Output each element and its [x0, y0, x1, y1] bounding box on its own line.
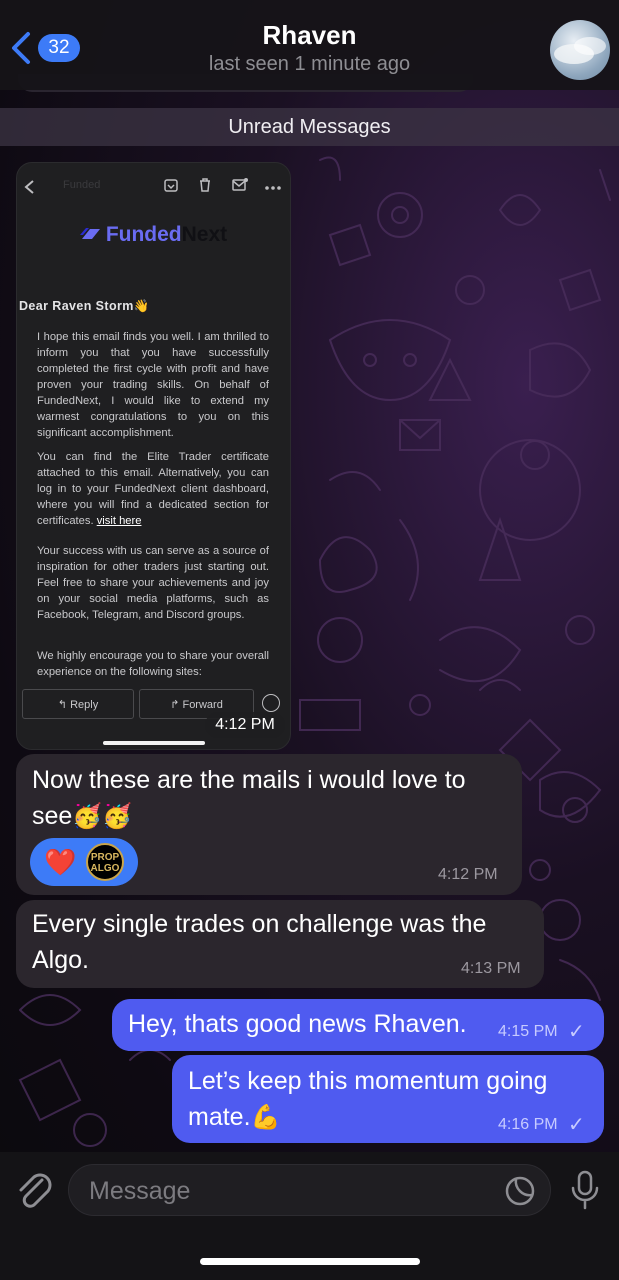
- email-screenshot-message[interactable]: Funded FundedNext Dear Raven Storm👋 I ho…: [16, 162, 291, 750]
- outgoing-message[interactable]: Hey, thats good news Rhaven. 4:15 PM ✓: [112, 999, 604, 1051]
- email-paragraph-4: We highly encourage you to share your ov…: [37, 650, 269, 678]
- email-greeting: Dear Raven Storm👋: [19, 299, 150, 313]
- message-time: 4:16 PM: [498, 1116, 558, 1133]
- outgoing-message[interactable]: Let’s keep this momentum going mate.💪 4:…: [172, 1055, 604, 1143]
- chat-header: 32 Rhaven last seen 1 minute ago: [0, 0, 619, 90]
- paperclip-icon: [19, 1173, 52, 1208]
- more-icon: [265, 186, 281, 190]
- fundednext-mark-icon: [79, 228, 100, 239]
- mark-unread-icon: [232, 178, 248, 191]
- prop-algo-avatar: PROP ALGO: [86, 843, 124, 881]
- flexed-biceps-emoji: 💪: [250, 1104, 281, 1131]
- avatar-cloud-image: [554, 37, 606, 64]
- message-time: 4:15 PM: [498, 1023, 558, 1040]
- wave-emoji: 👋: [133, 299, 150, 313]
- read-check-icon: ✓: [568, 1021, 585, 1043]
- microphone-icon: [571, 1170, 599, 1210]
- message-text: Hey, thats good news Rhaven.: [128, 1010, 467, 1038]
- email-sender-faded: Funded: [63, 179, 101, 191]
- message-reactions[interactable]: ❤️ PROP ALGO: [30, 838, 138, 886]
- visit-here-link[interactable]: visit here: [97, 515, 142, 527]
- message-text: Every single trades on challenge was the…: [32, 910, 487, 974]
- archive-icon: [164, 179, 178, 192]
- message-input[interactable]: [87, 1173, 491, 1209]
- trash-icon: [200, 178, 210, 192]
- avatar[interactable]: [550, 20, 610, 80]
- fundednext-logo: FundedNext: [17, 223, 290, 251]
- email-toolbar: Funded: [17, 163, 290, 213]
- message-time: 4:13 PM: [461, 960, 521, 977]
- last-seen-status: last seen 1 minute ago: [208, 53, 411, 75]
- email-paragraph-1: I hope this email finds you well. I am t…: [37, 331, 269, 439]
- reply-icon: ↰: [57, 699, 71, 711]
- message-text: Let’s keep this momentum going mate.: [188, 1067, 548, 1131]
- partying-face-emoji: 🥳🥳: [72, 803, 133, 830]
- voice-record-button[interactable]: [568, 1170, 602, 1215]
- message-input-container: [68, 1164, 551, 1216]
- message-time: 4:12 PM: [205, 712, 285, 738]
- chat-title[interactable]: Rhaven: [0, 20, 619, 51]
- email-reply-button: ↰ Reply: [22, 689, 134, 719]
- sticker-icon[interactable]: [504, 1175, 536, 1207]
- message-time: 4:12 PM: [438, 866, 498, 883]
- read-check-icon: ✓: [568, 1114, 585, 1136]
- composer-bar: [0, 1152, 619, 1280]
- email-paragraph-2: You can find the Elite Trader certificat…: [37, 451, 269, 527]
- emoji-reaction-icon: [262, 694, 280, 712]
- home-indicator: [200, 1258, 420, 1265]
- forward-icon: ↱: [170, 699, 183, 711]
- unread-messages-divider: Unread Messages: [0, 108, 619, 146]
- heart-reaction[interactable]: ❤️: [44, 848, 76, 876]
- incoming-message[interactable]: Every single trades on challenge was the…: [16, 900, 544, 988]
- screenshot-home-indicator: [103, 741, 205, 745]
- chevron-left-icon: [24, 180, 34, 194]
- email-paragraph-3: Your success with us can serve as a sour…: [37, 545, 269, 621]
- attach-button[interactable]: [14, 1168, 54, 1217]
